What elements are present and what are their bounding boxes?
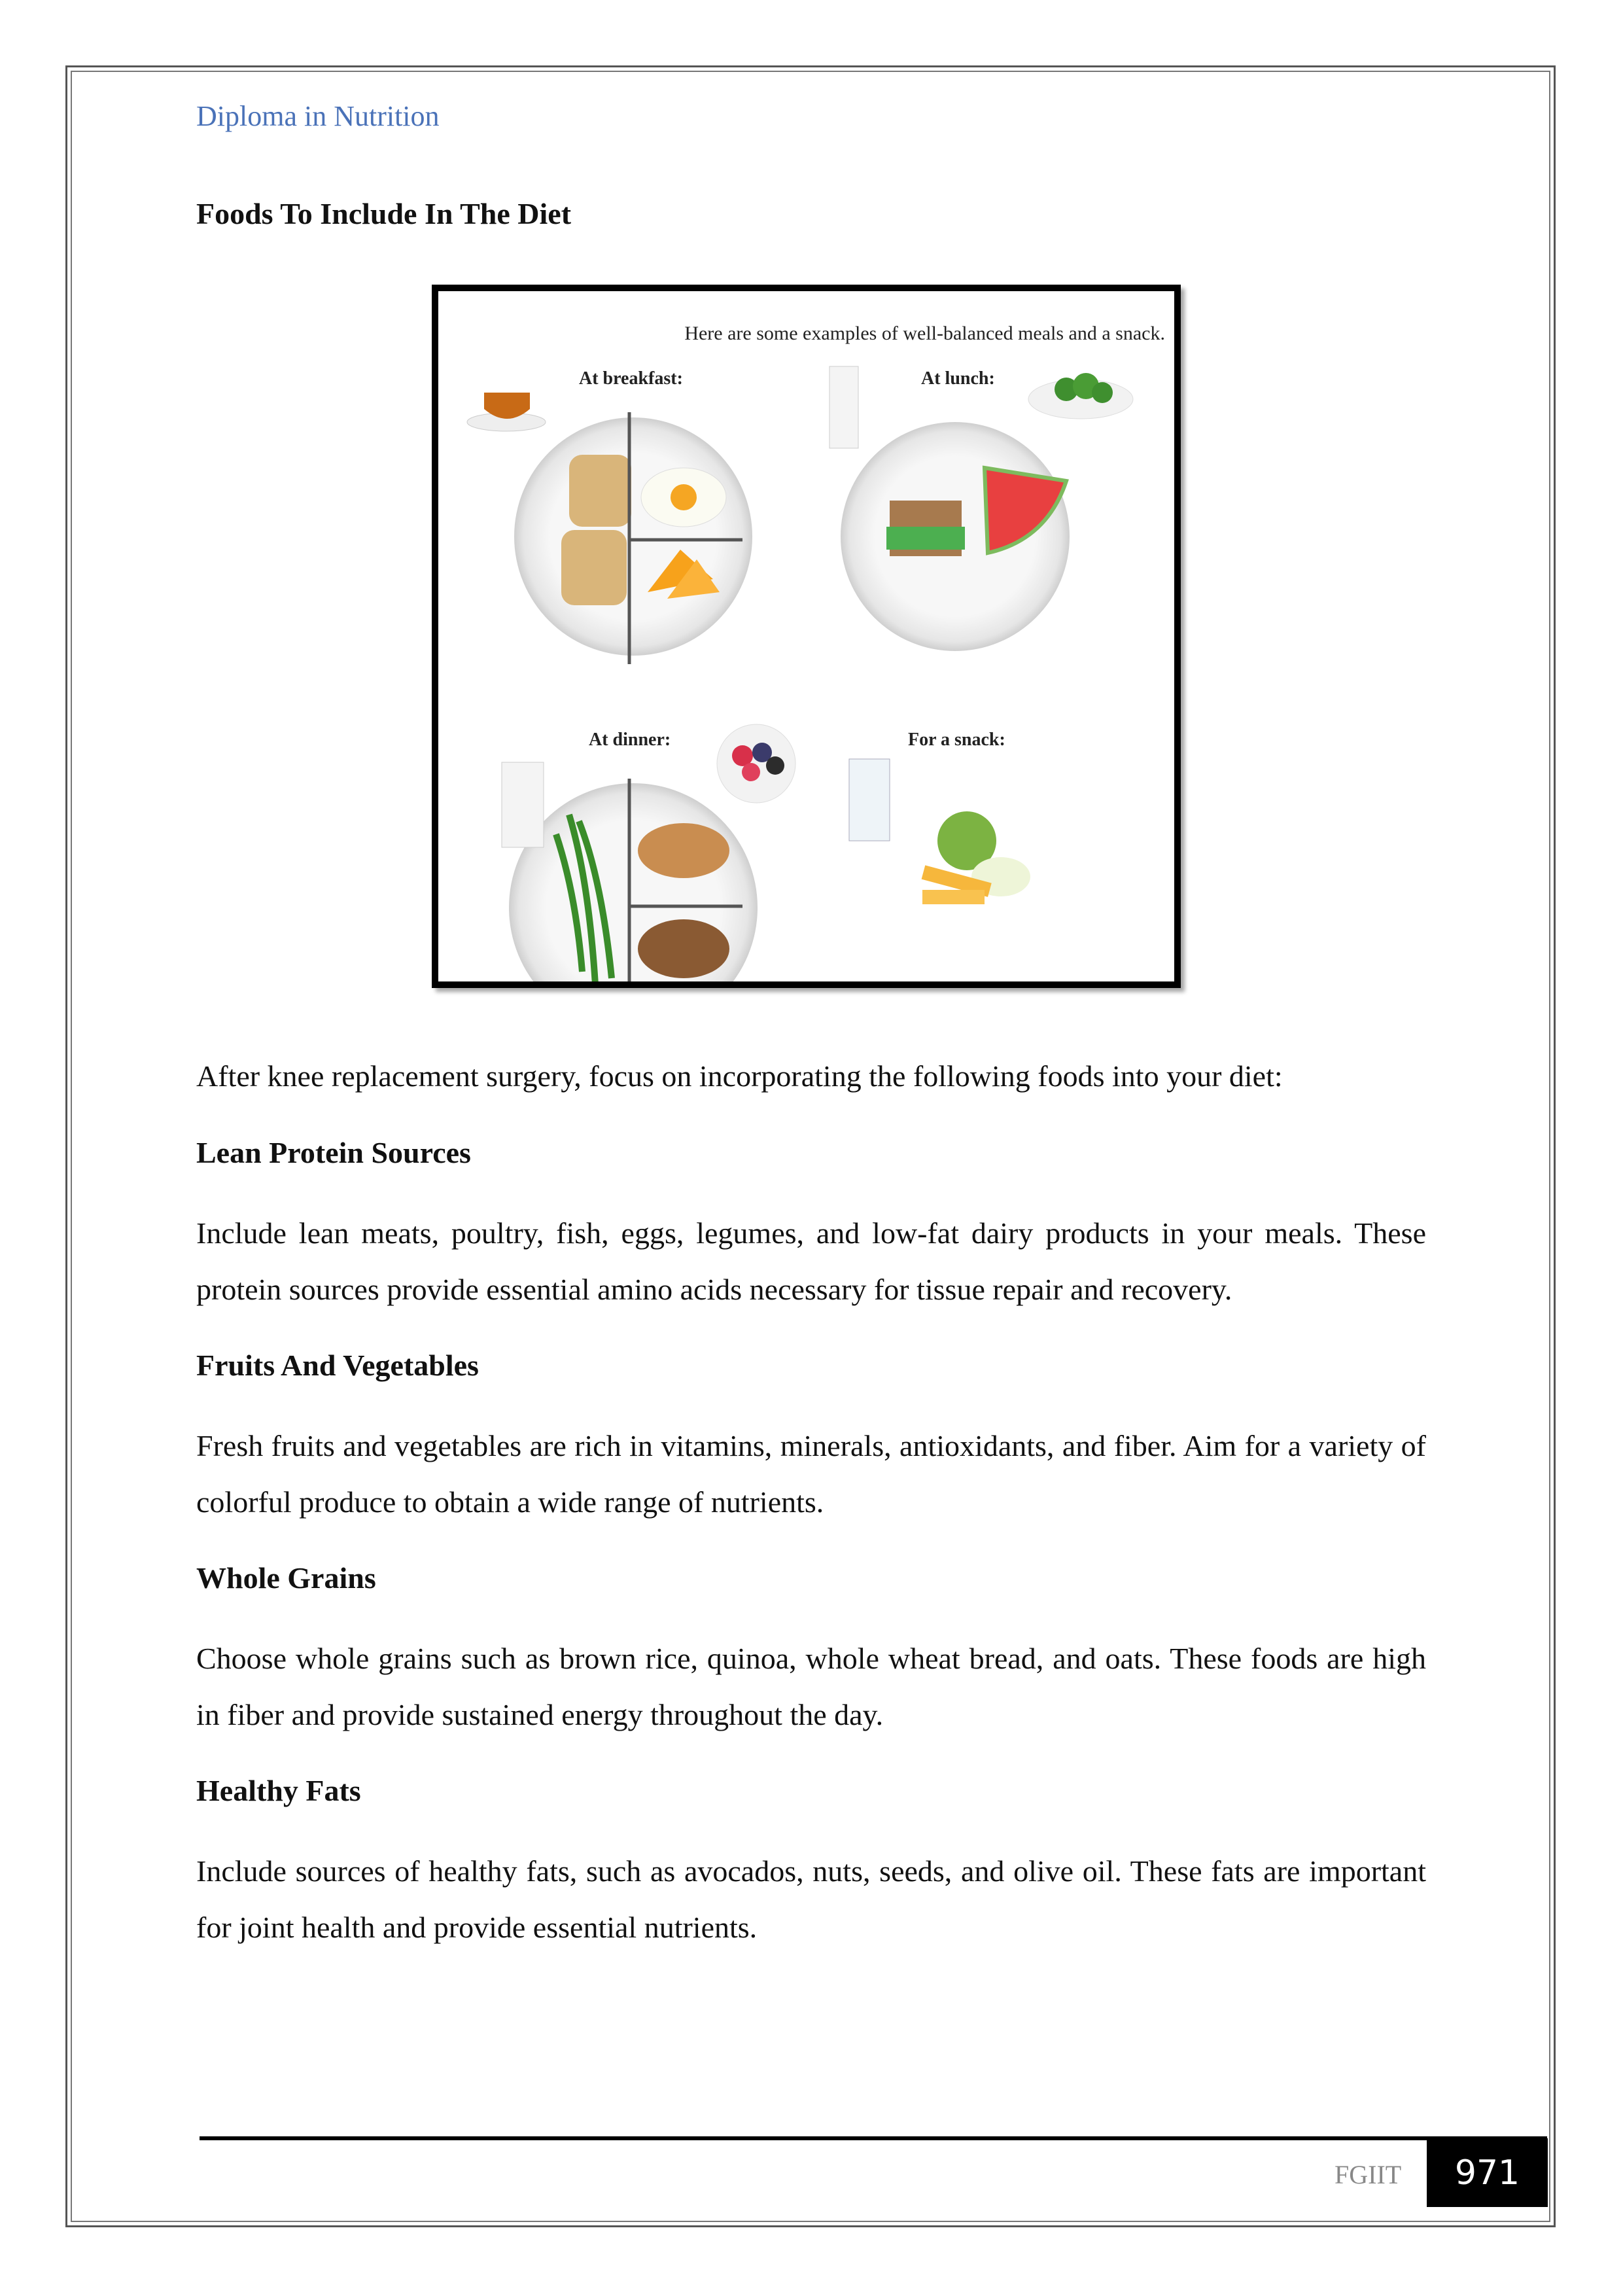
milk-glass-icon <box>829 366 859 449</box>
section-heading: Healthy Fats <box>196 1774 361 1807</box>
meal-illustration <box>466 366 1134 981</box>
breakfast-plate <box>514 412 752 664</box>
page-number: 971 <box>1427 2138 1548 2207</box>
section-heading: Whole Grains <box>196 1561 376 1595</box>
label-lunch: At lunch: <box>921 368 995 389</box>
section-body: Fresh fruits and vegetables are rich in … <box>196 1429 1426 1519</box>
footer-divider <box>200 2136 1547 2140</box>
section-body: Include lean meats, poultry, fish, eggs,… <box>196 1216 1426 1306</box>
tea-cup-icon <box>466 393 546 432</box>
broccoli-plate-icon <box>1028 373 1134 419</box>
milk-glass-icon <box>501 762 544 848</box>
figure-caption: Here are some examples of well-balanced … <box>684 323 1165 344</box>
lunch-plate <box>841 422 1070 651</box>
label-breakfast: At breakfast: <box>579 368 683 389</box>
dinner-plate <box>509 779 758 981</box>
footer-brand: FGIIT <box>1335 2160 1402 2189</box>
running-header: Diploma in Nutrition <box>196 100 440 132</box>
section-body: Include sources of healthy fats, such as… <box>196 1854 1426 1944</box>
section-heading: Fruits And Vegetables <box>196 1349 479 1382</box>
apple-cheese-icon <box>921 811 1030 904</box>
balanced-meals-figure: Here are some examples of well-balanced … <box>432 285 1181 988</box>
intro-paragraph: After knee replacement surgery, focus on… <box>196 1059 1283 1093</box>
label-dinner: At dinner: <box>589 730 671 750</box>
water-glass-icon <box>848 758 890 841</box>
page-title: Foods To Include In The Diet <box>196 197 572 230</box>
label-snack: For a snack: <box>908 730 1005 750</box>
berries-bowl-icon <box>716 724 796 804</box>
section-body: Choose whole grains such as brown rice, … <box>196 1642 1426 1731</box>
section-heading: Lean Protein Sources <box>196 1136 471 1169</box>
